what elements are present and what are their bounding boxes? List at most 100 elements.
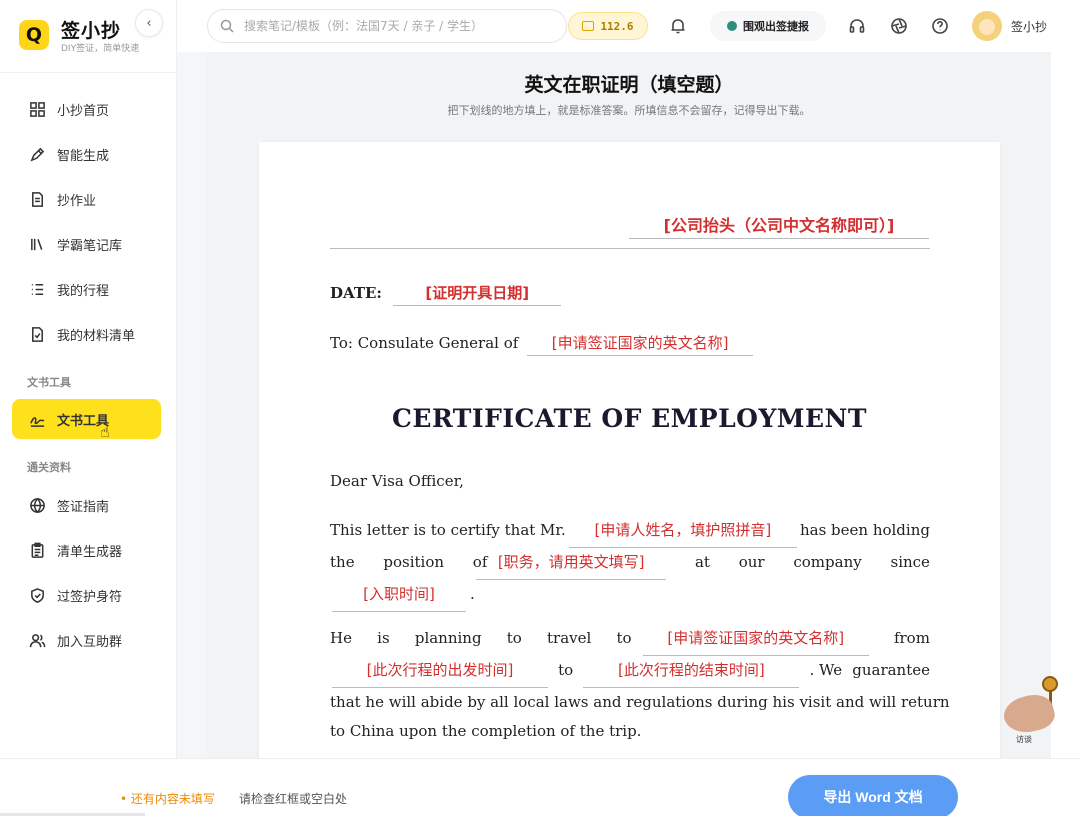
- library-icon: [28, 235, 46, 253]
- sidebar-item-label: 过签护身符: [57, 589, 123, 605]
- paragraph-line: that he will abide by all local laws and…: [330, 688, 950, 717]
- grid-icon: [28, 100, 46, 118]
- letterhead-field[interactable]: [公司抬头（公司中文名称即可）]: [629, 212, 929, 239]
- page-subtitle: 把下划线的地方填上，就是标准答案。所填信息不会留存，记得导出下载。: [447, 104, 811, 117]
- applicant-name-blank[interactable]: [申请人姓名，填护照拼音]: [568, 516, 797, 548]
- text-span: .: [470, 585, 475, 603]
- unfilled-warning: • 还有内容未填写: [120, 792, 215, 806]
- paragraph-line: He is planning to travel to [申请签证国家的英文名称…: [330, 624, 930, 656]
- document-icon: [28, 190, 46, 208]
- bottom-bar: • 还有内容未填写 请检查红框或空白处 导出 Word 文档: [0, 758, 1080, 816]
- search-box[interactable]: [207, 9, 567, 43]
- sidebar-item-home[interactable]: 小抄首页: [12, 89, 161, 129]
- clipboard-icon: [28, 541, 46, 559]
- search-input[interactable]: [244, 19, 544, 33]
- search-icon: [220, 19, 234, 33]
- sidebar-item-label: 学霸笔记库: [57, 238, 123, 254]
- paragraph-line: [此次行程的出发时间] to [此次行程的结束时间] . We guarante…: [330, 656, 930, 688]
- main-content: 英文在职证明（填空题） 把下划线的地方填上，就是标准答案。所填信息不会留存，记得…: [207, 52, 1051, 758]
- text-span: the: [330, 553, 355, 571]
- paragraph-line: to China upon the completion of the trip…: [330, 717, 930, 746]
- avatar[interactable]: [972, 11, 1002, 41]
- text-span: is: [377, 629, 390, 647]
- checklist-icon: [28, 325, 46, 343]
- sidebar: Q 签小抄 DIY签证，简单快速 ‹ 小抄首页 智能生成 抄作业 学霸笔记库 我…: [0, 0, 177, 816]
- sidebar-item-copy-homework[interactable]: 抄作业: [12, 179, 161, 219]
- paragraph-travel: He is planning to travel to [申请签证国家的英文名称…: [330, 624, 950, 746]
- balance-badge[interactable]: 112.6: [568, 12, 648, 40]
- recipient-prefix: To: Consulate General of: [330, 334, 519, 352]
- help-icon[interactable]: [931, 17, 949, 35]
- brand-subtitle: DIY签证，简单快速: [61, 44, 140, 54]
- export-word-button[interactable]: 导出 Word 文档: [788, 775, 958, 816]
- consulate-country-blank[interactable]: [申请签证国家的英文名称]: [527, 332, 754, 356]
- text-span: guarantee: [852, 661, 930, 679]
- text-span: travel: [547, 629, 592, 647]
- text-span: that he will abide by all local laws and…: [330, 693, 950, 711]
- sidebar-item-notes-library[interactable]: 学霸笔记库: [12, 224, 161, 264]
- date-blank[interactable]: [证明开具日期]: [393, 282, 562, 306]
- headset-icon[interactable]: [848, 17, 866, 35]
- sidebar-item-my-trips[interactable]: 我的行程: [12, 269, 161, 309]
- text-span: This letter is to certify that Mr.: [330, 521, 566, 539]
- start-date-blank[interactable]: [入职时间]: [332, 580, 466, 612]
- paragraph-position: This letter is to certify that Mr. [申请人姓…: [330, 516, 930, 612]
- date-label: DATE:: [330, 284, 382, 302]
- wallet-icon: [582, 21, 595, 31]
- visa-news-button[interactable]: 围观出签捷报: [710, 11, 826, 41]
- text-span: to: [616, 629, 632, 647]
- check-hint: 请检查红框或空白处: [239, 792, 348, 806]
- letter-document: [公司抬头（公司中文名称即可）] DATE: [证明开具日期] To: Cons…: [259, 142, 1000, 758]
- sidebar-item-visa-guide[interactable]: 签证指南: [12, 485, 161, 525]
- aperture-icon[interactable]: [890, 17, 908, 35]
- interview-float-button[interactable]: 访谈: [1000, 676, 1058, 746]
- sidebar-item-label: 加入互助群: [57, 634, 123, 650]
- job-title-blank[interactable]: [职务，请用英文填写]: [476, 548, 667, 580]
- sidebar-item-amulet[interactable]: 过签护身符: [12, 575, 161, 615]
- balance-value: 112.6: [600, 19, 634, 33]
- list-icon: [28, 280, 46, 298]
- text-span: since: [890, 553, 930, 571]
- signature-icon: [28, 410, 46, 428]
- sidebar-item-label: 签证指南: [57, 499, 110, 515]
- visa-news-label: 围观出签捷报: [743, 20, 809, 33]
- text-span: our: [738, 553, 765, 571]
- globe-icon: [28, 496, 46, 514]
- text-span: . We: [809, 661, 843, 679]
- sidebar-item-my-materials[interactable]: 我的材料清单: [12, 314, 161, 354]
- interview-label: 访谈: [1016, 735, 1032, 744]
- scroll-gutter: [1051, 52, 1080, 758]
- page-title: 英文在职证明（填空题）: [524, 74, 734, 96]
- text-span: planning: [414, 629, 482, 647]
- sidebar-item-label: 我的行程: [57, 283, 110, 299]
- return-date-blank[interactable]: [此次行程的结束时间]: [583, 656, 800, 688]
- eye-icon: [727, 21, 737, 31]
- chevron-left-icon: ‹: [146, 15, 152, 31]
- sidebar-item-smart-generate[interactable]: 智能生成: [12, 134, 161, 174]
- letterhead-blank[interactable]: [公司抬头（公司中文名称即可）]: [629, 212, 929, 239]
- sidebar-item-join-group[interactable]: 加入互助群: [12, 620, 161, 660]
- pointer-cursor-icon: ☝: [100, 422, 110, 441]
- top-header: 112.6 围观出签捷报 签小抄: [177, 0, 1080, 52]
- salutation: Dear Visa Officer,: [330, 472, 464, 490]
- paragraph-line: This letter is to certify that Mr. [申请人姓…: [330, 516, 930, 548]
- destination-country-blank[interactable]: [申请签证国家的英文名称]: [642, 624, 869, 656]
- sidebar-divider: [0, 72, 177, 73]
- date-row: DATE: [证明开具日期]: [330, 282, 562, 306]
- section-label-clearance: 通关资料: [27, 461, 71, 474]
- sidebar-item-list-generator[interactable]: 清单生成器: [12, 530, 161, 570]
- text-span: from: [893, 629, 930, 647]
- sidebar-item-label: 清单生成器: [57, 544, 123, 560]
- paragraph-line: [入职时间] .: [330, 580, 930, 612]
- letterhead-divider: [330, 248, 930, 249]
- collapse-sidebar-button[interactable]: ‹: [135, 9, 163, 37]
- section-label-docs: 文书工具: [27, 376, 71, 389]
- avatar-face-icon: [979, 19, 995, 35]
- pen-icon: [28, 145, 46, 163]
- departure-date-blank[interactable]: [此次行程的出发时间]: [332, 656, 548, 688]
- sidebar-item-doc-tools[interactable]: 文书工具: [12, 399, 161, 439]
- certificate-title: CERTIFICATE OF EMPLOYMENT: [392, 404, 867, 433]
- username[interactable]: 签小抄: [1011, 18, 1047, 35]
- sidebar-item-label: 智能生成: [57, 148, 110, 164]
- notification-bell-icon[interactable]: [669, 17, 687, 35]
